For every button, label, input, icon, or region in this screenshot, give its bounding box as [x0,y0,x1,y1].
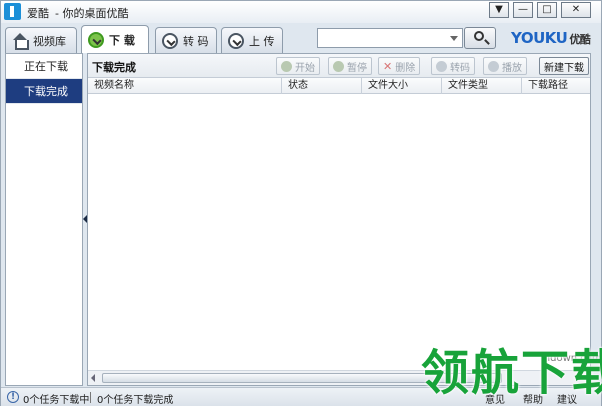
tab-label: 下 载 [109,34,135,47]
transcode-label: 转码 [450,62,470,74]
app-name: 爱酷 [27,7,49,20]
downloading-count: 0个任务下载中 [23,395,90,406]
delete-icon: ✕ [383,59,393,73]
transcode-icon [436,60,447,72]
info-icon: ! [7,391,19,403]
title-bar[interactable]: 爱酷 - 你的桌面优酷 ▼ — □ ✕ [1,1,601,23]
tab-download[interactable]: 下 载 [81,25,149,54]
scroll-left-icon[interactable] [91,374,95,382]
download-panel: 下载完成 开始 暂停 ✕ 删除 转码 播放 新建下载 视频名称 状态 文件大小 … [87,53,591,386]
home-icon [12,33,29,50]
status-divider [90,392,91,403]
col-download-path[interactable]: 下载路径 [522,78,590,94]
tab-label: 视频库 [33,34,66,48]
new-download-button[interactable]: 新建下载 [539,57,589,75]
search-button[interactable] [464,27,496,49]
watermark-text: 领航下载 [421,345,602,401]
sidebar-item-downloading[interactable]: 正在下载 [6,54,82,79]
transcode-icon [162,32,178,49]
start-label: 开始 [295,62,315,74]
play-icon [488,60,499,72]
pause-label: 暂停 [347,62,367,74]
transcode-button[interactable]: 转码 [431,57,475,75]
pause-icon [333,60,344,72]
upload-icon [228,32,244,49]
play-label: 播放 [502,62,522,74]
search-icon [474,31,484,41]
col-status[interactable]: 状态 [282,78,362,94]
brand-name: 优酷 [569,33,591,46]
youku-logo: YOUKU 优酷 [511,29,591,47]
download-icon [88,32,104,48]
tab-upload[interactable]: 上 传 [221,27,283,53]
window-title: 爱酷 - 你的桌面优酷 [27,5,128,21]
completed-count: 0个任务下载完成 [97,395,174,406]
search-input[interactable] [317,28,463,48]
delete-label: 删除 [395,62,416,74]
pause-button[interactable]: 暂停 [328,57,372,75]
app-window: 爱酷 - 你的桌面优酷 ▼ — □ ✕ 视频库 下 载 转 码 上 传 YOUKU… [0,0,602,406]
minimize-button[interactable]: — [513,2,533,18]
toolbar: 下载完成 开始 暂停 ✕ 删除 转码 播放 新建下载 [88,54,590,78]
tab-transcode[interactable]: 转 码 [155,27,217,53]
delete-button[interactable]: ✕ 删除 [378,57,421,75]
tab-library[interactable]: 视频库 [5,27,77,53]
chevron-down-icon[interactable] [450,36,458,41]
brand-logo-text: YOUKU [511,29,568,47]
app-slogan: - 你的桌面优酷 [55,7,129,20]
panel-title: 下载完成 [92,61,136,74]
sidebar: 正在下载 下载完成 [5,53,83,386]
menu-button[interactable]: ▼ [489,2,509,18]
col-file-size[interactable]: 文件大小 [362,78,442,94]
tab-label: 转 码 [183,34,209,48]
col-file-type[interactable]: 文件类型 [442,78,522,94]
start-button[interactable]: 开始 [276,57,320,75]
col-video-name[interactable]: 视频名称 [88,78,282,94]
close-button[interactable]: ✕ [561,2,591,18]
tab-label: 上 传 [249,34,275,48]
play-icon [281,60,292,72]
table-header: 视频名称 状态 文件大小 文件类型 下载路径 [88,78,590,94]
maximize-button[interactable]: □ [537,2,557,18]
app-logo-icon [4,3,21,20]
play-button[interactable]: 播放 [483,57,527,75]
sidebar-item-completed[interactable]: 下载完成 [6,79,82,104]
